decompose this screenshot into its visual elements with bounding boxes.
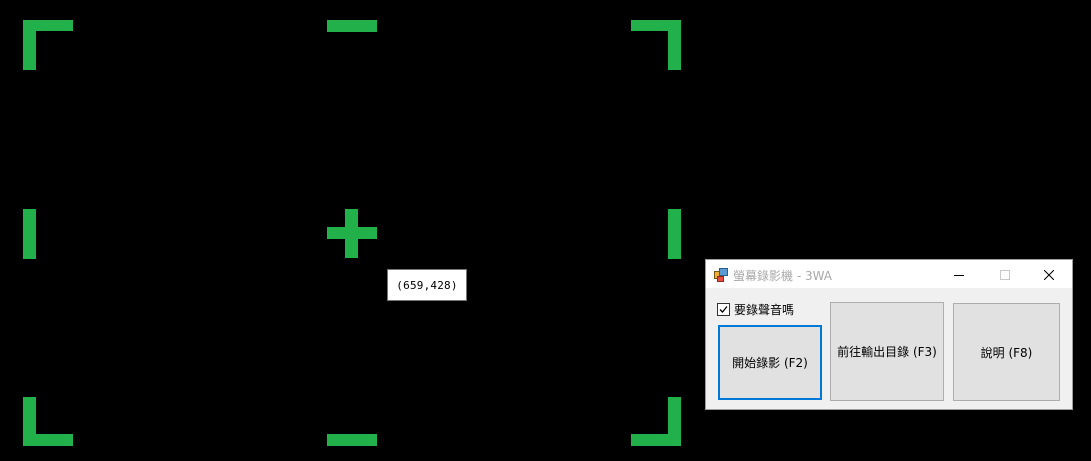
maximize-icon bbox=[1000, 265, 1010, 284]
capture-stage[interactable]: (659,428) 螢幕錄影機 - 3WA 要錄聲音嗎 開始錄影 (F2) 前往… bbox=[0, 0, 1091, 461]
window-titlebar[interactable]: 螢幕錄影機 - 3WA bbox=[706, 260, 1072, 288]
record-audio-option[interactable]: 要錄聲音嗎 bbox=[717, 301, 794, 318]
capture-frame-top-mid-handle bbox=[327, 20, 377, 32]
capture-frame-left-mid-handle bbox=[23, 209, 36, 259]
coordinate-tooltip: (659,428) bbox=[387, 269, 467, 301]
app-icon bbox=[714, 267, 728, 282]
recorder-window: 螢幕錄影機 - 3WA 要錄聲音嗎 開始錄影 (F2) 前往輸出目錄 (F3) … bbox=[705, 259, 1073, 410]
close-icon bbox=[1043, 265, 1055, 284]
capture-frame-right-mid-handle bbox=[668, 209, 681, 259]
maximize-button[interactable] bbox=[982, 260, 1028, 288]
help-button[interactable]: 說明 (F8) bbox=[953, 303, 1060, 401]
start-recording-button[interactable]: 開始錄影 (F2) bbox=[718, 325, 822, 400]
open-output-folder-button[interactable]: 前往輸出目錄 (F3) bbox=[830, 302, 944, 401]
record-audio-label: 要錄聲音嗎 bbox=[734, 303, 795, 317]
minimize-button[interactable] bbox=[936, 260, 982, 288]
record-audio-checkbox[interactable] bbox=[717, 303, 730, 316]
capture-frame-bottom-mid-handle bbox=[327, 434, 377, 446]
close-button[interactable] bbox=[1026, 260, 1072, 288]
checkmark-icon bbox=[719, 306, 728, 313]
minimize-icon bbox=[954, 265, 964, 284]
window-title: 螢幕錄影機 - 3WA bbox=[733, 269, 833, 283]
